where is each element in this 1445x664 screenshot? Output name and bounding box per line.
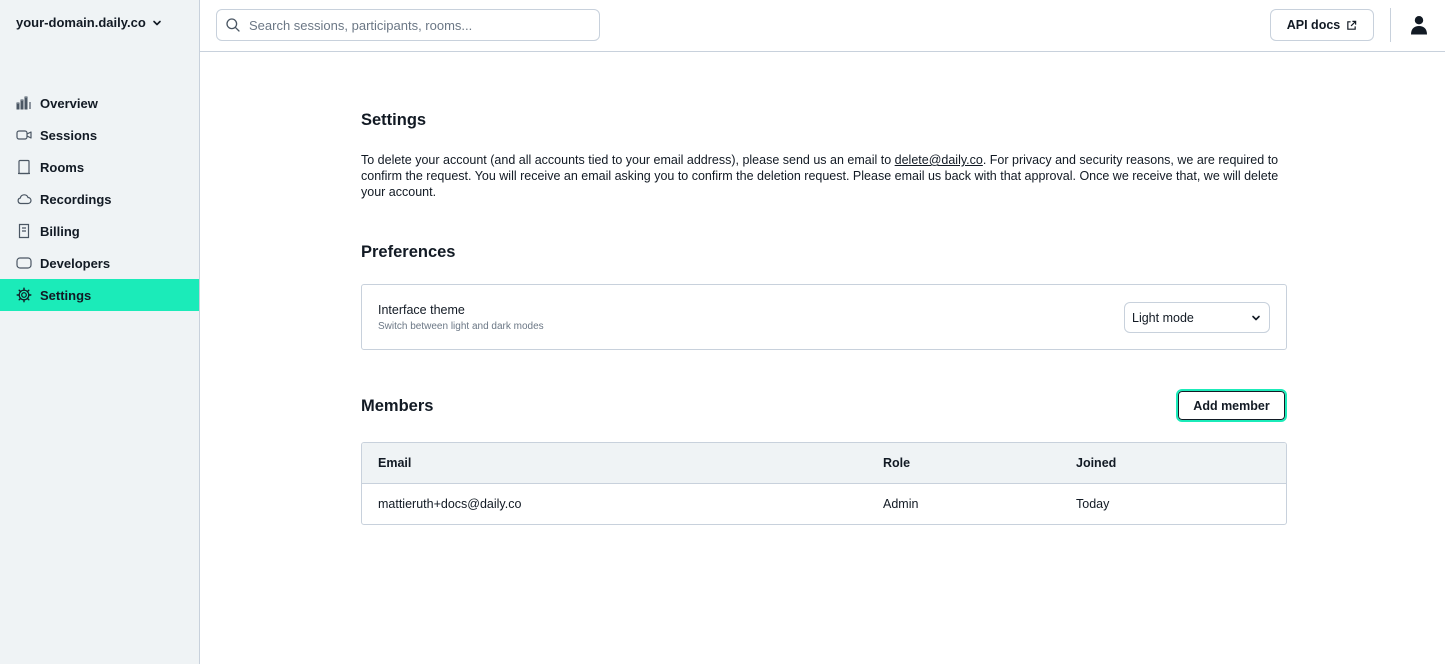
column-header-email: Email bbox=[378, 456, 412, 470]
table-row: mattieruth+docs@daily.co Admin Today bbox=[362, 484, 1286, 524]
theme-description: Switch between light and dark modes bbox=[378, 321, 544, 332]
search-icon bbox=[226, 18, 240, 32]
video-camera-icon bbox=[16, 127, 32, 143]
divider bbox=[1390, 8, 1391, 42]
table-header: Email Role Joined bbox=[362, 443, 1286, 484]
sidebar-item-label: Rooms bbox=[40, 159, 85, 175]
chevron-down-icon bbox=[1252, 315, 1260, 320]
sidebar-nav: Overview Sessions Rooms Recordings Billi… bbox=[0, 87, 199, 311]
sidebar-item-billing[interactable]: Billing bbox=[0, 215, 199, 247]
sidebar-item-settings[interactable]: Settings bbox=[0, 279, 199, 311]
delete-account-text: To delete your account (and all accounts… bbox=[361, 152, 1287, 200]
receipt-icon bbox=[16, 223, 32, 239]
column-header-joined: Joined bbox=[1076, 456, 1117, 470]
column-header-role: Role bbox=[883, 456, 911, 470]
sidebar: your-domain.daily.co Overview Sessions R… bbox=[0, 0, 200, 664]
sidebar-item-label: Developers bbox=[40, 255, 111, 271]
sidebar-item-label: Overview bbox=[40, 95, 98, 111]
delete-text-before: To delete your account (and all accounts… bbox=[361, 153, 895, 167]
sidebar-item-label: Billing bbox=[40, 223, 80, 239]
member-role: Admin bbox=[883, 497, 919, 511]
sidebar-item-label: Sessions bbox=[40, 127, 98, 143]
search-box[interactable] bbox=[216, 9, 600, 41]
theme-select[interactable]: Light mode bbox=[1124, 302, 1270, 333]
gear-icon bbox=[16, 287, 32, 303]
terminal-icon bbox=[16, 255, 32, 271]
sidebar-item-rooms[interactable]: Rooms bbox=[0, 151, 199, 183]
settings-title: Settings bbox=[361, 111, 427, 129]
members-title: Members bbox=[361, 397, 434, 415]
sidebar-item-label: Recordings bbox=[40, 191, 112, 207]
sidebar-item-developers[interactable]: Developers bbox=[0, 247, 199, 279]
sidebar-item-label: Settings bbox=[40, 287, 92, 303]
add-member-button[interactable]: Add member bbox=[1176, 389, 1287, 422]
bar-chart-icon bbox=[16, 95, 32, 111]
member-email: mattieruth+docs@daily.co bbox=[378, 497, 522, 511]
member-joined: Today bbox=[1076, 497, 1110, 511]
domain-switcher[interactable]: your-domain.daily.co bbox=[16, 15, 162, 30]
door-icon bbox=[16, 159, 32, 175]
theme-preference-card: Interface theme Switch between light and… bbox=[361, 284, 1287, 350]
user-avatar-icon[interactable] bbox=[1410, 15, 1428, 35]
search-input[interactable] bbox=[249, 17, 579, 33]
api-docs-button[interactable]: API docs bbox=[1270, 9, 1374, 41]
sidebar-item-sessions[interactable]: Sessions bbox=[0, 119, 199, 151]
theme-select-value: Light mode bbox=[1132, 310, 1194, 325]
domain-name: your-domain.daily.co bbox=[16, 15, 146, 30]
delete-email-link[interactable]: delete@daily.co bbox=[895, 153, 983, 167]
api-docs-label: API docs bbox=[1286, 18, 1341, 32]
sidebar-item-recordings[interactable]: Recordings bbox=[0, 183, 199, 215]
sidebar-item-overview[interactable]: Overview bbox=[0, 87, 199, 119]
preferences-title: Preferences bbox=[361, 243, 456, 261]
top-bar: API docs bbox=[200, 0, 1445, 52]
chevron-down-icon bbox=[152, 20, 161, 25]
external-link-icon bbox=[1347, 20, 1357, 30]
cloud-icon bbox=[16, 191, 32, 207]
theme-label: Interface theme bbox=[378, 303, 465, 317]
members-table: Email Role Joined mattieruth+docs@daily.… bbox=[361, 442, 1287, 525]
